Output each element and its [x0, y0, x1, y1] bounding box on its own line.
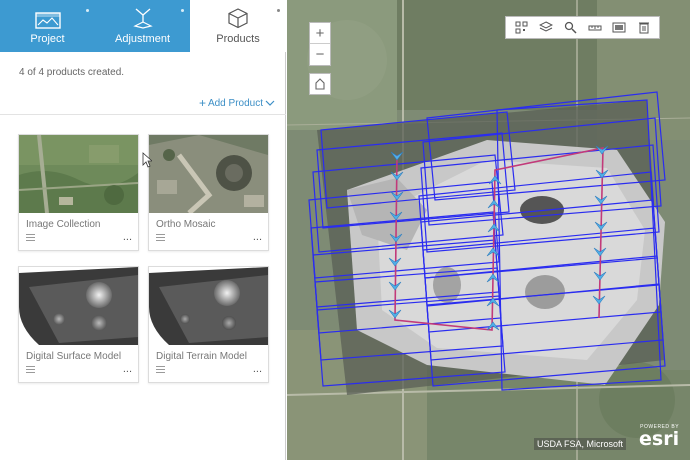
product-title: Image Collection [26, 219, 101, 230]
tab-indicator-dot [181, 9, 184, 12]
qr-grid-icon [515, 21, 528, 34]
dsm-thumbnail [19, 267, 138, 345]
esri-brand: esri [639, 428, 680, 450]
image-collection-thumbnail [19, 135, 138, 213]
tab-indicator-dot [86, 9, 89, 12]
home-button[interactable] [309, 73, 331, 95]
chevron-down-icon [265, 100, 275, 106]
tab-label: Project [30, 33, 65, 45]
product-card-digital-terrain-model[interactable]: Digital Terrain Model ... [148, 266, 269, 383]
zoom-control: + − [309, 22, 331, 66]
map-toolbar [505, 16, 660, 39]
products-status: 4 of 4 products created. [19, 67, 125, 78]
product-lines-icon [156, 366, 165, 375]
dtm-thumbnail [149, 267, 268, 345]
more-options-button[interactable]: ... [253, 231, 262, 243]
tab-products[interactable]: Products [190, 0, 286, 52]
ortho-mosaic-thumbnail [149, 135, 268, 213]
measure-icon [588, 25, 602, 31]
product-panel: Project Adjustment Products 4 of 4 produ… [0, 0, 286, 460]
map-view[interactable]: + − USDA FSA, Microsoft POWERED BY esri [287, 0, 690, 460]
divider [0, 114, 286, 115]
adjustment-icon [132, 8, 153, 29]
esri-logo: POWERED BY esri [639, 424, 680, 450]
tab-indicator-dot [277, 9, 280, 12]
tab-project[interactable]: Project [0, 0, 95, 52]
search-button[interactable] [561, 19, 579, 37]
product-title: Ortho Mosaic [156, 219, 216, 230]
product-lines-icon [156, 234, 165, 243]
more-options-button[interactable]: ... [253, 363, 262, 375]
more-options-button[interactable]: ... [123, 363, 132, 375]
zoom-in-button[interactable]: + [310, 23, 330, 44]
layers-button[interactable] [537, 19, 555, 37]
home-icon [315, 78, 325, 90]
layers-icon [538, 21, 553, 32]
product-card-image-collection[interactable]: Image Collection ... [18, 134, 139, 251]
tab-bar: Project Adjustment Products [0, 0, 286, 52]
mouse-pointer-icon [142, 152, 152, 168]
qr-grid-button[interactable] [512, 19, 530, 37]
more-options-button[interactable]: ... [123, 231, 132, 243]
project-icon [34, 12, 61, 29]
product-card-ortho-mosaic[interactable]: Ortho Mosaic ... [148, 134, 269, 251]
product-lines-icon [26, 234, 35, 243]
map-attribution: USDA FSA, Microsoft [534, 438, 627, 450]
tab-label: Adjustment [114, 33, 171, 45]
tab-adjustment[interactable]: Adjustment [95, 0, 190, 52]
search-icon [564, 21, 577, 34]
zoom-out-button[interactable]: − [310, 44, 330, 65]
plus-icon: + [198, 96, 206, 110]
tab-label: Products [216, 33, 260, 45]
delete-icon [638, 22, 649, 34]
cube-icon [228, 8, 248, 29]
product-title: Digital Terrain Model [156, 351, 247, 362]
delete-button[interactable] [635, 19, 653, 37]
image-icon [612, 22, 626, 33]
product-title: Digital Surface Model [26, 351, 122, 362]
satellite-imagery [287, 0, 690, 460]
measure-button[interactable] [586, 19, 604, 37]
product-lines-icon [26, 366, 35, 375]
product-card-digital-surface-model[interactable]: Digital Surface Model ... [18, 266, 139, 383]
image-button[interactable] [610, 19, 628, 37]
add-product-label: Add Product [207, 97, 263, 109]
add-product-button[interactable]: + Add Product [199, 96, 275, 110]
